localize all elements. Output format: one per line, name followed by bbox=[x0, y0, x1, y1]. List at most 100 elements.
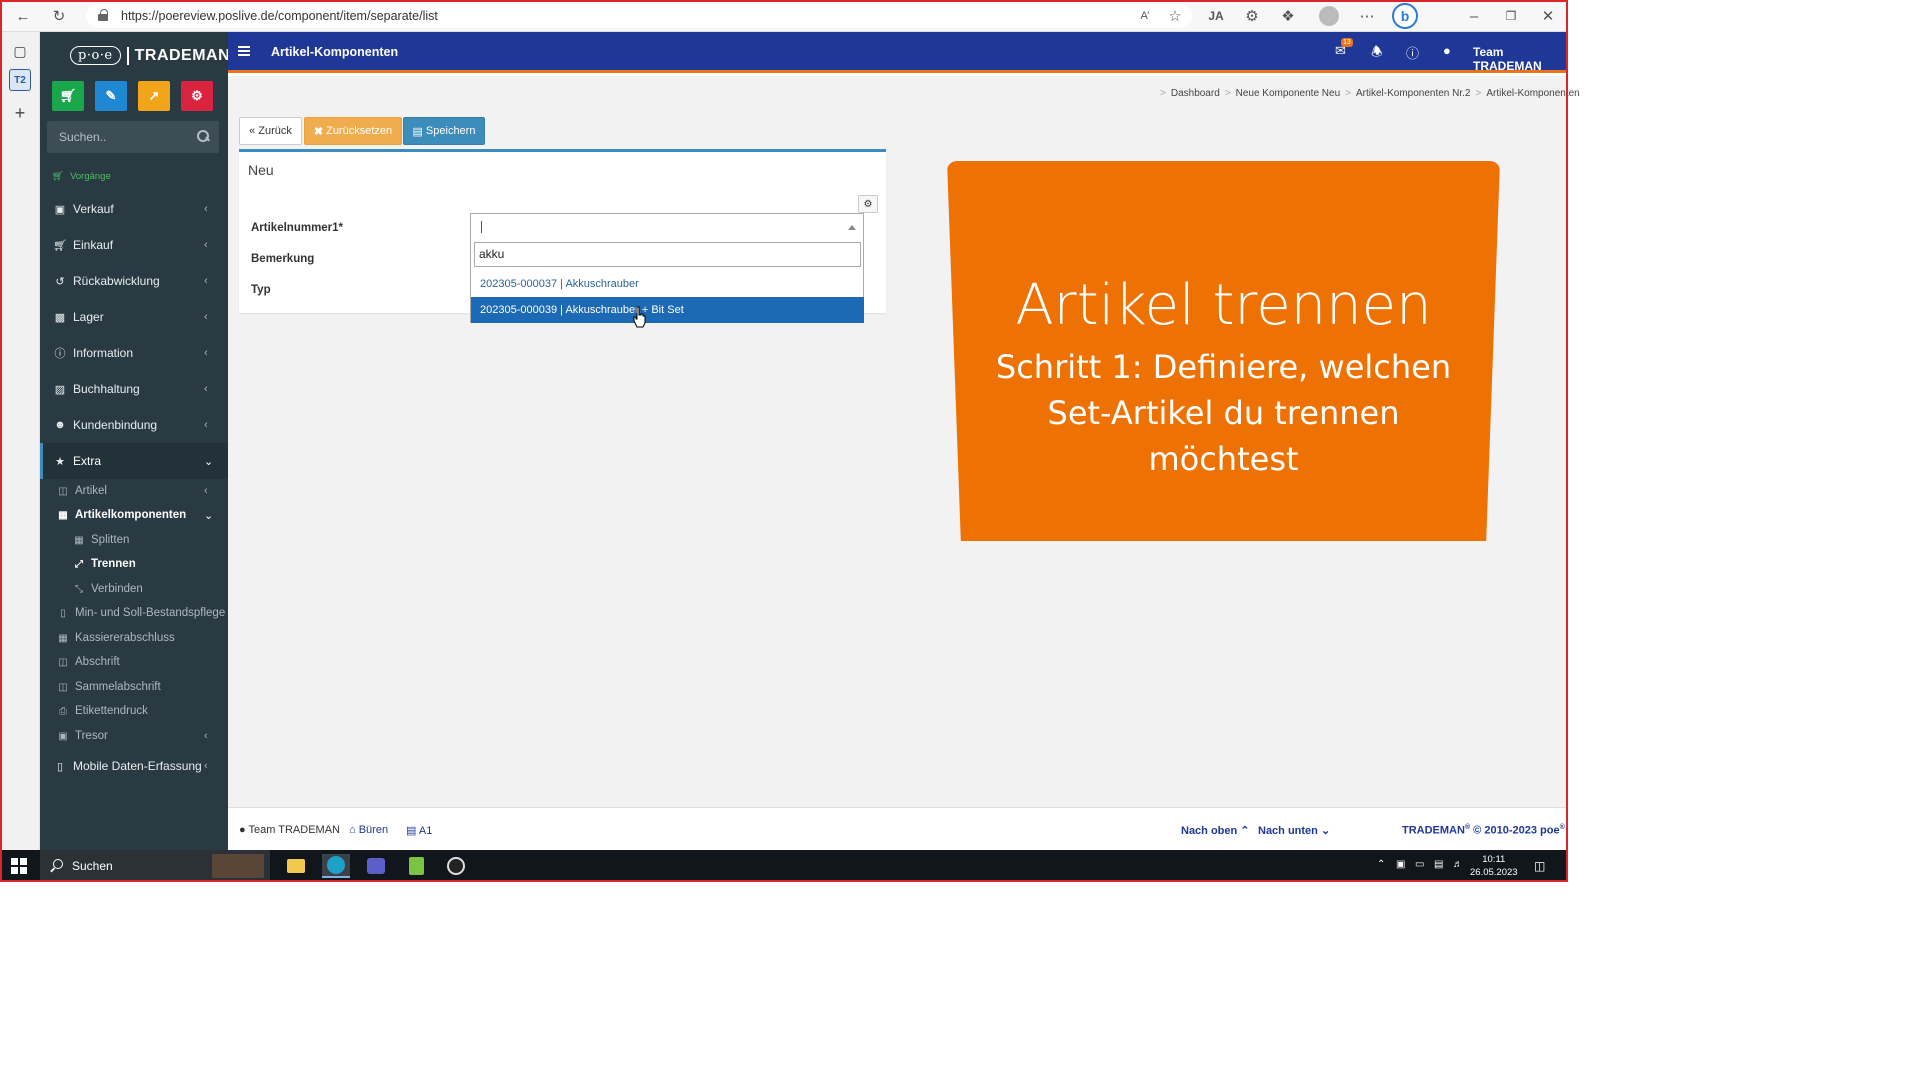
scroll-bottom-link[interactable]: Nach unten ⌄ bbox=[1258, 824, 1330, 837]
recorder-app-icon[interactable] bbox=[442, 854, 470, 878]
users-icon: ☻ bbox=[54, 419, 66, 431]
page-title: Artikel-Komponenten bbox=[271, 45, 399, 59]
profile-avatar[interactable] bbox=[1319, 6, 1339, 26]
sidebar-search-input[interactable]: Suchen.. bbox=[59, 130, 106, 144]
edit-quick-button[interactable]: ✎ bbox=[95, 81, 127, 111]
battery-icon[interactable]: ▭ bbox=[1415, 859, 1424, 870]
dropdown-search-input[interactable]: akku bbox=[474, 242, 861, 267]
dropdown-option-highlighted[interactable]: 202305-000039 | Akkuschrauber + Bit Set bbox=[471, 297, 864, 323]
cart-quick-button[interactable]: 🛒︎ bbox=[52, 81, 84, 111]
copyright: TRADEMAN® © 2010-2023 poe® bbox=[1402, 824, 1565, 837]
sidebar-subitem-sammelabschrift[interactable]: ◫ Sammelabschrift bbox=[40, 675, 228, 699]
settings-quick-button[interactable]: ⚙ bbox=[181, 81, 213, 111]
address-bar[interactable]: https://poereview.poslive.de/component/i… bbox=[86, 4, 1192, 28]
sidebar-item-information[interactable]: ⓘ Information ‹ bbox=[40, 335, 228, 371]
user-menu[interactable]: Team TRADEMAN bbox=[1473, 45, 1568, 73]
minimize-icon[interactable]: – bbox=[1463, 5, 1485, 27]
compress-icon: ⤡ bbox=[75, 583, 83, 595]
nav-label: Information bbox=[73, 346, 134, 360]
read-aloud-icon[interactable]: A’ bbox=[1134, 5, 1156, 27]
extensions-puzzle-icon[interactable]: ❖ bbox=[1277, 5, 1299, 27]
sidebar-search[interactable]: Suchen.. bbox=[47, 121, 219, 153]
sidebar-subitem-min-soll[interactable]: ▯ Min- und Soll-Bestandspflege bbox=[40, 601, 228, 625]
tray-chevron-up-icon[interactable]: ⌃ bbox=[1377, 859, 1385, 870]
sidebar-item-extra[interactable]: ★ Extra ⌄ bbox=[40, 443, 228, 479]
taskbar-search[interactable]: Suchen bbox=[40, 850, 270, 882]
favorites-icon[interactable]: ☆ bbox=[1164, 5, 1186, 27]
sidebar-item-verkauf[interactable]: ▣ Verkauf ‹ bbox=[40, 191, 228, 227]
sidebar-subitem-artikelkomponenten[interactable]: ▦ Artikelkomponenten ⌄ bbox=[40, 503, 228, 527]
sidebar-item-buchhaltung[interactable]: ▨ Buchhaltung ‹ bbox=[40, 371, 228, 407]
sidebar-subitem-trennen[interactable]: ⤢ Trennen bbox=[40, 552, 228, 576]
search-icon[interactable] bbox=[197, 130, 209, 142]
cube-icon: ◫ bbox=[58, 485, 68, 497]
bell-icon[interactable]: 🕭︎ bbox=[1371, 43, 1383, 65]
network-icon[interactable]: ▤ bbox=[1434, 859, 1443, 870]
calculator-icon: ▦ bbox=[58, 632, 68, 644]
windows-start-icon[interactable] bbox=[11, 858, 27, 874]
copyright-brand[interactable]: TRADEMAN bbox=[1402, 825, 1465, 837]
sidebar-subitem-verbinden[interactable]: ⤡ Verbinden bbox=[40, 577, 228, 601]
more-menu-icon[interactable]: ⋯ bbox=[1356, 5, 1378, 27]
notification-icon[interactable]: ◫ bbox=[1534, 859, 1545, 873]
file-explorer-icon[interactable] bbox=[282, 854, 310, 878]
sidebar-item-einkauf[interactable]: 🛒︎ Einkauf ‹ bbox=[40, 227, 228, 263]
chevron-down-icon: ⌄ bbox=[204, 509, 214, 522]
hamburger-menu-icon[interactable] bbox=[238, 46, 250, 56]
panel-settings-button[interactable]: ⚙ bbox=[858, 195, 878, 213]
new-tab-icon[interactable]: + bbox=[9, 102, 31, 124]
active-tab-icon[interactable]: T2 bbox=[9, 69, 31, 91]
help-icon[interactable]: ⓘ bbox=[1406, 43, 1419, 62]
sidebar-item-rueckabwicklung[interactable]: ↺ Rückabwicklung ‹ bbox=[40, 263, 228, 299]
sidebar-item-kundenbindung[interactable]: ☻ Kundenbindung ‹ bbox=[40, 407, 228, 443]
chevron-left-icon: ‹ bbox=[204, 419, 208, 431]
breadcrumb-item[interactable]: Artikel-Komponenten Nr.2 bbox=[1356, 88, 1471, 99]
reload-icon[interactable]: ↻ bbox=[48, 5, 70, 27]
tray-security-icon[interactable]: ▣ bbox=[1396, 859, 1405, 870]
caret-up-icon[interactable] bbox=[848, 225, 856, 230]
back-button-label: Zurück bbox=[258, 125, 292, 137]
dropdown-option[interactable]: 202305-000037 | Akkuschrauber bbox=[471, 271, 864, 297]
sub-label: Abschrift bbox=[75, 656, 120, 668]
extension-ja-icon[interactable]: JA bbox=[1205, 5, 1227, 27]
sidebar-subitem-splitten[interactable]: ▦ Splitten bbox=[40, 528, 228, 552]
sidebar-item-lager[interactable]: ▩ Lager ‹ bbox=[40, 299, 228, 335]
sub-label: Tresor bbox=[75, 730, 108, 742]
sidebar-subitem-abschrift[interactable]: ◫ Abschrift bbox=[40, 650, 228, 674]
back-arrow-icon[interactable]: ← bbox=[12, 5, 34, 27]
restore-icon[interactable]: ❐ bbox=[1500, 5, 1522, 27]
copyright-poe[interactable]: poe bbox=[1540, 825, 1560, 837]
bing-icon[interactable]: b bbox=[1392, 3, 1418, 29]
sidebar-subitem-etikettendruck[interactable]: ⎙ Etikettendruck bbox=[40, 699, 228, 723]
sidebar-subitem-artikel[interactable]: ◫ Artikel ‹ bbox=[40, 479, 228, 503]
scroll-top-link[interactable]: Nach oben ⌃ bbox=[1181, 824, 1250, 837]
sidebar-item-mobile[interactable]: ▯ Mobile Daten-Erfassung ‹ bbox=[40, 748, 228, 784]
sidebar-subitem-kassiererabschluss[interactable]: ▦ Kassiererabschluss bbox=[40, 626, 228, 650]
undo-icon: ↺ bbox=[55, 275, 65, 288]
teams-icon[interactable] bbox=[362, 854, 390, 878]
artikelnummer-select[interactable] bbox=[470, 213, 864, 241]
save-button-label: Speichern bbox=[425, 125, 476, 137]
user-icon[interactable]: ● bbox=[1443, 43, 1451, 58]
edge-browser-icon[interactable] bbox=[322, 854, 350, 878]
taskbar-clock[interactable]: 10:11 26.05.2023 bbox=[1470, 853, 1518, 879]
tab-actions-icon[interactable]: ▢ bbox=[9, 40, 31, 62]
chevron-left-icon: ‹ bbox=[204, 275, 208, 287]
volume-icon[interactable]: ♬ bbox=[1453, 859, 1463, 870]
logo[interactable]: p·o·e TRADEMAN bbox=[70, 46, 230, 65]
notepad-app-icon[interactable] bbox=[402, 854, 430, 878]
back-button[interactable]: « Zurück bbox=[239, 117, 302, 145]
save-button[interactable]: ▤ Speichern bbox=[403, 117, 485, 145]
sidebar-subitem-tresor[interactable]: ▣ Tresor ‹ bbox=[40, 724, 228, 748]
extension-gear-icon[interactable]: ⚙ bbox=[1241, 5, 1263, 27]
mobile-icon: ▯ bbox=[56, 760, 64, 773]
nav-label: Verkauf bbox=[73, 202, 114, 216]
breadcrumb-item[interactable]: Dashboard bbox=[1171, 88, 1220, 99]
promo-card: Artikel trennen Schritt 1: Definiere, we… bbox=[947, 161, 1500, 541]
reset-button[interactable]: ✖ Zurücksetzen bbox=[304, 117, 402, 145]
close-window-icon[interactable]: ✕ bbox=[1537, 5, 1559, 27]
url-text[interactable]: https://poereview.poslive.de/component/i… bbox=[121, 9, 438, 23]
chart-quick-button[interactable]: ↗ bbox=[138, 81, 170, 111]
breadcrumb-item[interactable]: Neue Komponente Neu bbox=[1236, 88, 1341, 99]
promo-title: Artikel trennen bbox=[1015, 273, 1432, 338]
